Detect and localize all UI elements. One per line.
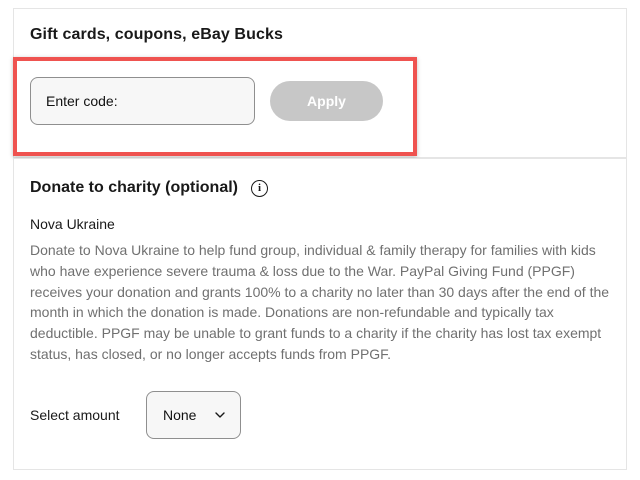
gift-cards-title: Gift cards, coupons, eBay Bucks xyxy=(30,26,283,43)
donation-amount-select[interactable]: None xyxy=(146,391,241,439)
checkout-page: Gift cards, coupons, eBay Bucks Apply Do… xyxy=(0,0,640,480)
info-icon[interactable]: i xyxy=(251,180,268,197)
charity-name: Nova Ukraine xyxy=(30,216,115,232)
charity-description: Donate to Nova Ukraine to help fund grou… xyxy=(30,242,610,362)
donation-amount-value: None xyxy=(163,407,197,423)
highlight-frame xyxy=(13,57,417,156)
donate-title: Donate to charity (optional) xyxy=(30,179,238,196)
select-amount-label: Select amount xyxy=(30,407,120,423)
donate-panel: Donate to charity (optional) i Nova Ukra… xyxy=(13,158,627,470)
chevron-down-icon xyxy=(215,412,225,418)
